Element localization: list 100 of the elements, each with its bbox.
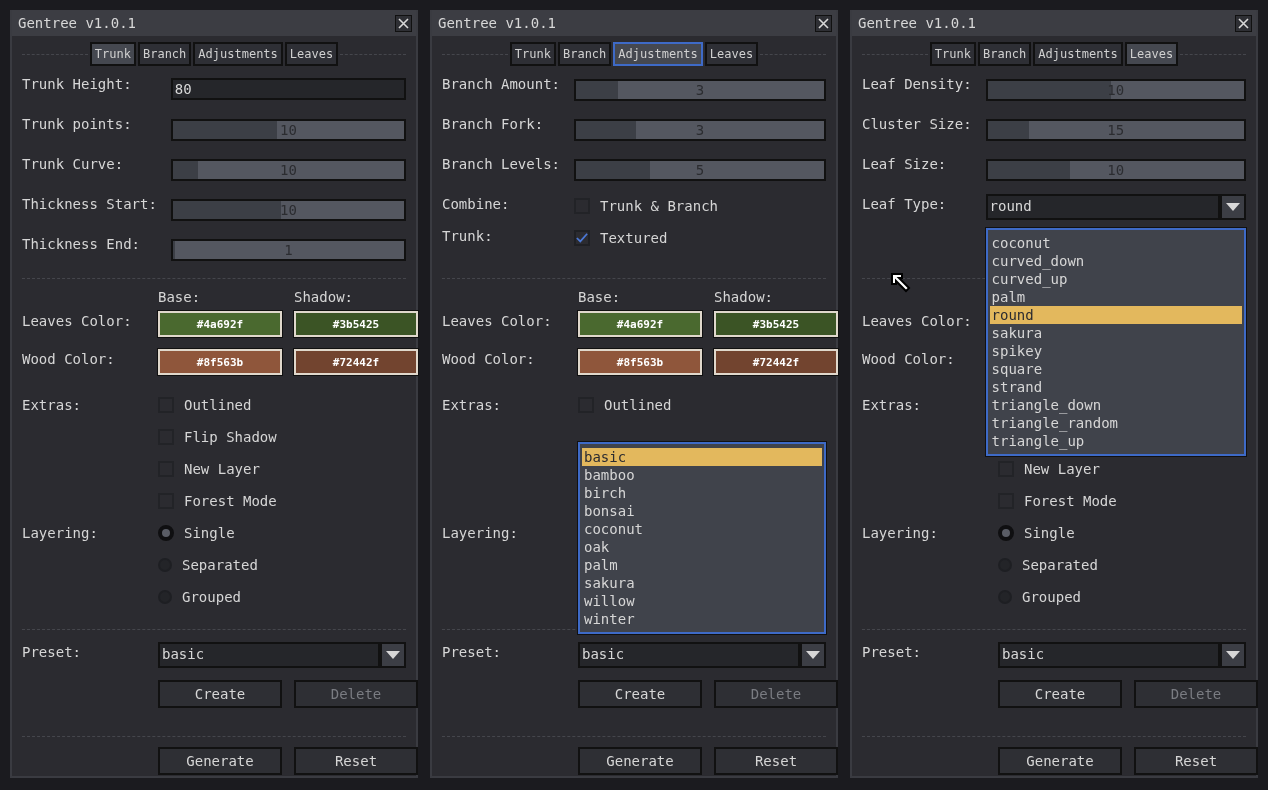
dropdown-option[interactable]: round [989, 306, 1242, 324]
checkbox-label: Trunk & Branch [600, 198, 719, 214]
field-label: Thickness End: [22, 236, 141, 254]
button[interactable]: Generate [158, 747, 282, 775]
field-label: Branch Levels: [442, 156, 560, 174]
field-label: Leaf Density: [862, 76, 972, 94]
dropdown-arrow-button[interactable] [1220, 194, 1246, 220]
tab[interactable]: Leaves [704, 42, 759, 66]
color-swatch[interactable]: #3b5425 [714, 311, 838, 337]
dropdown-option[interactable]: triangle_up [989, 432, 1242, 450]
close-icon [1238, 17, 1249, 29]
close-button[interactable] [1235, 14, 1252, 32]
window-title: Gentree v1.0.1 [858, 15, 976, 31]
tab[interactable]: Leaves [1124, 42, 1179, 66]
radio-label: Grouped [1022, 589, 1081, 605]
radio-button[interactable] [158, 525, 174, 541]
field-label: Leaf Size: [862, 156, 948, 174]
checkbox[interactable] [574, 230, 590, 246]
field-label: Extras: [862, 396, 922, 415]
column-header: Base: [158, 289, 202, 307]
dropdown-option[interactable]: triangle_random [989, 414, 1242, 432]
dropdown-option[interactable]: triangle_down [989, 396, 1242, 414]
field-label: Trunk points: [22, 116, 133, 134]
color-swatch[interactable]: #3b5425 [294, 311, 418, 337]
button[interactable]: Reset [1134, 747, 1258, 775]
column-header: Base: [578, 289, 622, 307]
dropdown-option[interactable]: birch [582, 484, 822, 502]
caret-icon [1226, 203, 1240, 211]
dropdown-field[interactable]: round [985, 194, 1220, 220]
button[interactable]: Reset [294, 747, 418, 775]
tab[interactable]: Adjustments [613, 42, 703, 66]
field-label: Cluster Size: [862, 116, 972, 134]
tab[interactable]: Trunk [929, 42, 976, 66]
dropdown-arrow-button[interactable] [800, 642, 826, 668]
field-label: Trunk Height: [22, 76, 133, 94]
column-header: Shadow: [714, 289, 774, 307]
field-label: Leaf Type: [862, 196, 948, 214]
button[interactable]: Generate [578, 747, 702, 775]
radio-label: Single [1024, 525, 1075, 541]
field-label: Branch Fork: [442, 116, 545, 134]
dropdown-option[interactable]: oak [582, 538, 822, 556]
tab[interactable]: Leaves [284, 42, 339, 66]
field-label: Leaves Color: [22, 313, 133, 329]
dropdown-field[interactable]: basic [998, 642, 1220, 668]
tab[interactable]: Branch [137, 42, 192, 66]
dropdown-option[interactable]: basic [582, 448, 822, 466]
checkbox-label: Outlined [184, 397, 252, 413]
radio-button[interactable] [998, 525, 1014, 541]
dropdown-option[interactable]: curved_up [989, 270, 1242, 288]
field-label: Trunk: [442, 228, 494, 246]
close-button[interactable] [815, 14, 832, 32]
dropdown-arrow-button[interactable] [380, 642, 406, 668]
tab[interactable]: Adjustments [193, 42, 283, 66]
dropdown-option[interactable]: curved_down [989, 252, 1242, 270]
checkbox-label: Forest Mode [1024, 493, 1117, 509]
dropdown-option[interactable]: sakura [989, 324, 1242, 342]
dropdown-option[interactable]: winter [582, 610, 822, 628]
field-label: Wood Color: [442, 351, 536, 367]
field-label: Extras: [442, 396, 502, 415]
dropdown-field[interactable]: basic [158, 642, 380, 668]
checkbox-label: Forest Mode [184, 493, 277, 509]
close-button[interactable] [395, 14, 412, 32]
field-label: Layering: [442, 524, 519, 543]
color-swatch[interactable]: #72442f [714, 349, 838, 375]
color-swatch[interactable]: #8f563b [158, 349, 282, 375]
dropdown-option[interactable]: bonsai [582, 502, 822, 520]
color-swatch[interactable]: #4a692f [578, 311, 702, 337]
button[interactable]: Generate [998, 747, 1122, 775]
button[interactable]: Create [158, 680, 282, 708]
dropdown-option[interactable]: strand [989, 378, 1242, 396]
button[interactable]: Reset [714, 747, 838, 775]
dropdown-option[interactable]: palm [582, 556, 822, 574]
tab[interactable]: Branch [977, 42, 1032, 66]
dropdown-option[interactable]: sakura [582, 574, 822, 592]
tab[interactable]: Adjustments [1033, 42, 1123, 66]
dropdown-option[interactable]: coconut [989, 234, 1242, 252]
dropdown-option[interactable]: coconut [582, 520, 822, 538]
checkbox-label: New Layer [184, 461, 260, 477]
tab[interactable]: Trunk [509, 42, 556, 66]
color-swatch[interactable]: #72442f [294, 349, 418, 375]
button[interactable]: Create [578, 680, 702, 708]
field-label: Preset: [22, 644, 82, 662]
button[interactable]: Create [998, 680, 1122, 708]
tab[interactable]: Trunk [89, 42, 136, 66]
color-swatch[interactable]: #4a692f [158, 311, 282, 337]
field-label: Preset: [442, 644, 502, 662]
dropdown-field[interactable]: basic [578, 642, 800, 668]
checkbox-label: Outlined [604, 397, 672, 413]
dropdown-option[interactable]: willow [582, 592, 822, 610]
dropdown-option[interactable]: square [989, 360, 1242, 378]
dropdown-arrow-button[interactable] [1220, 642, 1246, 668]
color-swatch[interactable]: #8f563b [578, 349, 702, 375]
close-icon [818, 17, 829, 29]
text-input[interactable]: 80 [170, 78, 406, 100]
radio-label: Single [184, 525, 235, 541]
dropdown-option[interactable]: spikey [989, 342, 1242, 360]
dropdown-option[interactable]: bamboo [582, 466, 822, 484]
dropdown-option[interactable]: palm [989, 288, 1242, 306]
field-label: Wood Color: [22, 351, 116, 367]
tab[interactable]: Branch [557, 42, 612, 66]
